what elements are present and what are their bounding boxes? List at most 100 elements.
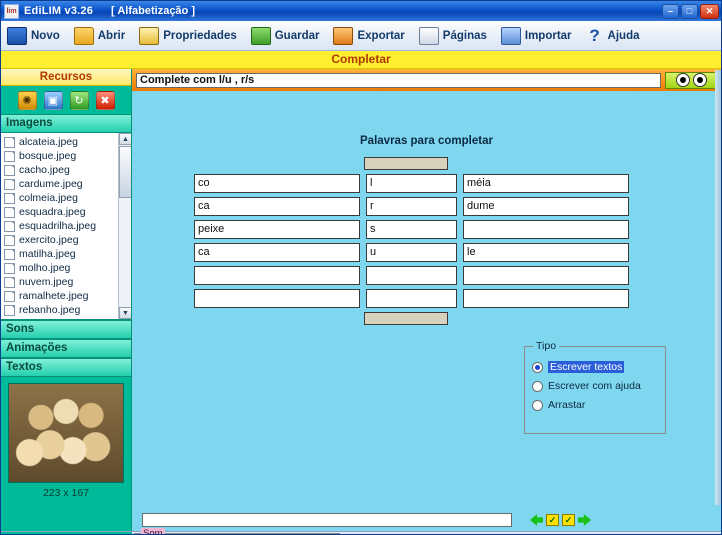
tipo-fieldset: Tipo Escrever textos Escrever com ajuda … [524,340,666,434]
toolbar-importar[interactable]: Importar [500,26,572,45]
word-middle-cell[interactable]: s [366,220,457,239]
word-middle-cell[interactable] [366,289,457,308]
word-right-cell[interactable]: méia [463,174,629,193]
editor-main: Palavras para completar co l méia ca r d… [132,69,721,531]
sidebar-category-imagens[interactable]: Imagens [1,114,131,133]
radio-button-icon[interactable] [532,380,543,392]
scrollbar-thumb[interactable] [119,146,131,198]
toolbar-exportar-label: Exportar [357,29,405,42]
green-left-arrow-icon[interactable] [530,514,543,526]
word-middle-cell[interactable]: l [366,174,457,193]
grid-bottom-cell[interactable] [364,312,448,325]
file-icon [4,290,15,302]
list-item-label: alcateia.jpeg [19,136,78,148]
list-item[interactable]: esquadra.jpeg [3,205,131,219]
resource-preview-image [8,383,124,483]
file-icon [4,304,15,316]
sidebar-category-animacoes[interactable]: Animações [1,339,131,358]
file-icon [4,206,15,218]
folder-open-icon [73,26,94,45]
pages-icon [418,26,439,45]
wrench-icon[interactable]: ✺ [17,90,37,110]
file-icon [4,248,15,260]
word-right-cell[interactable] [463,220,629,239]
words-grid: co l méia ca r dume peixe s ca u le [194,157,629,325]
page-nav-arrows: ✓ ✓ [530,514,591,526]
green-right-arrow-icon[interactable] [578,514,591,526]
radio-escrever-textos[interactable]: Escrever textos [532,361,665,373]
sidebar-header: Recursos [1,69,131,86]
list-item[interactable]: molho.jpeg [3,261,131,275]
list-item[interactable]: ramalhete.jpeg [3,289,131,303]
word-left-cell[interactable] [194,289,360,308]
maximize-button[interactable]: □ [681,3,698,19]
instruction-row [132,69,721,91]
toolbar-exportar[interactable]: Exportar [333,26,405,45]
list-item[interactable]: cacho.jpeg [3,163,131,177]
word-right-cell[interactable]: le [463,243,629,262]
list-item-label: esquadra.jpeg [19,206,86,218]
yellow-check-left-icon[interactable]: ✓ [546,514,559,526]
toolbar-ajuda[interactable]: ? Ajuda [586,27,639,44]
close-button[interactable]: ✕ [700,3,719,19]
toolbar-paginas[interactable]: Páginas [418,26,487,45]
list-item[interactable]: alcateia.jpeg [3,135,131,149]
grid-top-cell[interactable] [364,157,448,170]
resources-sidebar: Recursos ✺ ▣ ↻ ✖ Imagens alcateia.jpeg b… [1,69,132,531]
instruction-input[interactable] [136,72,661,88]
eye-left-icon [675,73,690,87]
radio-arrastar[interactable]: Arrastar [532,399,665,411]
resource-file-list[interactable]: alcateia.jpeg bosque.jpeg cacho.jpeg car… [1,133,131,320]
word-middle-cell[interactable]: u [366,243,457,262]
bottom-text-input[interactable] [142,513,512,527]
list-item[interactable]: bosque.jpeg [3,149,131,163]
save-disk-icon [250,26,271,45]
word-middle-cell[interactable] [366,266,457,285]
table-row: co l méia [194,174,629,193]
yellow-check-right-icon[interactable]: ✓ [562,514,575,526]
properties-icon [139,26,160,45]
toolbar-abrir-label: Abrir [97,29,126,42]
word-left-cell[interactable]: ca [194,243,360,262]
sidebar-category-textos[interactable]: Textos [1,358,131,377]
radio-label: Escrever textos [548,361,625,373]
word-left-cell[interactable]: ca [194,197,360,216]
list-item[interactable]: exercito.jpeg [3,233,131,247]
word-left-cell[interactable] [194,266,360,285]
refresh-icon[interactable]: ↻ [69,90,89,110]
minimize-button[interactable]: – [662,3,679,19]
word-left-cell[interactable]: peixe [194,220,360,239]
toolbar-novo[interactable]: Novo [7,26,60,45]
toolbar-guardar[interactable]: Guardar [250,26,319,45]
list-item[interactable]: cardume.jpeg [3,177,131,191]
open-folder-icon[interactable]: ▣ [43,90,63,110]
list-item[interactable]: nuvem.jpeg [3,275,131,289]
delete-icon[interactable]: ✖ [95,90,115,110]
status-bar: 223 x 167 Som Auto ✖ 💾 ☰ ❐ ❑ ◀◀ ◀ ▶ ▶▶ ✖… [1,527,721,534]
toolbar-propriedades[interactable]: Propriedades [139,26,237,45]
list-item[interactable]: rebanho.jpeg [3,303,131,317]
radio-button-icon[interactable] [532,399,543,411]
preview-eyes-icon[interactable] [665,71,717,89]
file-icon [4,150,15,162]
word-right-cell[interactable]: dume [463,197,629,216]
scroll-up-icon[interactable]: ▲ [119,133,131,145]
scroll-down-icon[interactable]: ▼ [119,307,131,319]
list-item[interactable]: matilha.jpeg [3,247,131,261]
word-right-cell[interactable] [463,266,629,285]
list-item[interactable]: esquadrilha.jpeg [3,219,131,233]
word-right-cell[interactable] [463,289,629,308]
list-item-label: matilha.jpeg [19,248,76,260]
file-list-scrollbar[interactable]: ▲ ▼ [118,133,131,319]
word-middle-cell[interactable]: r [366,197,457,216]
list-item[interactable]: colmeia.jpeg [3,191,131,205]
toolbar-abrir[interactable]: Abrir [73,26,126,45]
export-icon [333,26,354,45]
radio-button-icon[interactable] [532,361,543,373]
radio-escrever-com-ajuda[interactable]: Escrever com ajuda [532,380,665,392]
word-left-cell[interactable]: co [194,174,360,193]
toolbar-paginas-label: Páginas [442,29,487,42]
sidebar-category-sons[interactable]: Sons [1,320,131,339]
tipo-legend: Tipo [533,340,560,352]
table-row: peixe s [194,220,629,239]
